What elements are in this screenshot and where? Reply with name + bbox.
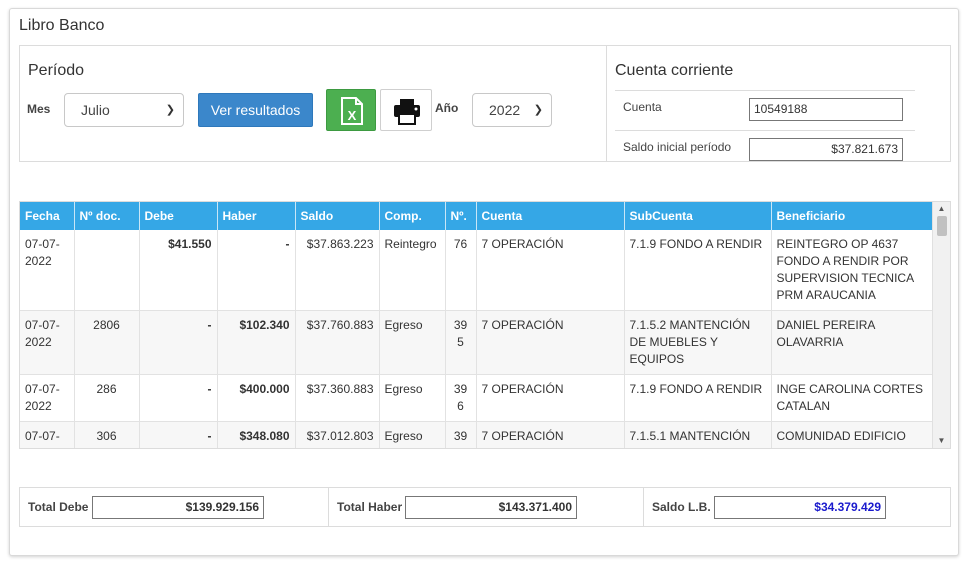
printer-icon — [394, 99, 420, 125]
column-header[interactable]: Nº doc. — [74, 202, 140, 230]
saldo-inicial-input[interactable]: $37.821.673 — [749, 138, 903, 161]
table-scrollbar[interactable]: ▲ ▼ — [932, 202, 950, 448]
cell-beneficiario: INGE CAROLINA CORTES CATALAN — [771, 374, 933, 422]
column-header[interactable]: Haber — [217, 202, 296, 230]
cell-fecha: 07-07-2022 — [20, 421, 75, 448]
total-haber-cell: Total Haber $143.371.400 — [329, 488, 644, 526]
cell-debe: $41.550 — [139, 230, 218, 311]
cell-debe: - — [139, 374, 218, 422]
cell-num: 76 — [445, 230, 477, 311]
libro-banco-panel: Libro Banco Período Mes Julio ❯ Ver resu… — [9, 8, 959, 556]
cell-saldo: $37.863.223 — [295, 230, 380, 311]
table-row[interactable]: 07-07-2022 2806 - $102.340 $37.760.883 E… — [20, 310, 933, 375]
column-header[interactable]: Saldo — [295, 202, 380, 230]
table-header-row: Fecha Nº doc. Debe Haber Saldo Comp. Nº.… — [20, 202, 933, 230]
table-row[interactable]: 07-07-2022 286 - $400.000 $37.360.883 Eg… — [20, 374, 933, 422]
cell-haber: - — [217, 230, 296, 311]
cell-saldo: $37.360.883 — [295, 374, 380, 422]
cell-doc — [74, 230, 140, 311]
totals-section: Total Debe $139.929.156 Total Haber $143… — [19, 487, 951, 527]
cell-haber: $400.000 — [217, 374, 296, 422]
cell-debe: - — [139, 421, 218, 448]
total-debe-cell: Total Debe $139.929.156 — [20, 488, 329, 526]
divider — [615, 130, 915, 131]
mes-label: Mes — [27, 102, 51, 116]
anio-select[interactable]: 2022 ❯ — [472, 93, 552, 127]
cell-debe: - — [139, 310, 218, 375]
saldo-lb-label: Saldo L.B. — [652, 500, 711, 514]
cuenta-input[interactable]: 10549188 — [749, 98, 903, 121]
total-haber-input[interactable]: $143.371.400 — [405, 496, 577, 519]
cell-cuenta: 7 OPERACIÓN — [476, 310, 625, 375]
cell-comp: Egreso — [379, 310, 446, 375]
scrollbar-thumb[interactable] — [937, 216, 947, 236]
cell-num: 396 — [445, 374, 477, 422]
saldo-lb-cell: Saldo L.B. $34.379.429 — [644, 488, 950, 526]
cell-saldo: $37.012.803 — [295, 421, 380, 448]
cell-num: 395 — [445, 310, 477, 375]
anio-select-value: 2022 — [489, 102, 521, 118]
periodo-section: Período Mes Julio ❯ Ver resultados X Año… — [20, 46, 607, 161]
cuenta-corriente-title: Cuenta corriente — [615, 62, 734, 79]
cell-subcuenta: 7.1.5.2 MANTENCIÓN DE MUEBLES Y EQUIPOS — [624, 310, 772, 375]
movimientos-table-container: Fecha Nº doc. Debe Haber Saldo Comp. Nº.… — [19, 201, 951, 449]
cell-beneficiario: COMUNIDAD EDIFICIO PORTEZUELO — [771, 421, 933, 448]
periodo-title: Período — [28, 62, 85, 79]
print-button[interactable] — [380, 89, 432, 131]
svg-text:X: X — [348, 108, 357, 123]
scroll-down-icon[interactable]: ▼ — [933, 434, 950, 448]
cell-doc: 2806 — [74, 310, 140, 375]
cell-cuenta: 7 OPERACIÓN — [476, 230, 625, 311]
cell-doc: 286 — [74, 374, 140, 422]
export-excel-button[interactable]: X — [326, 89, 376, 131]
column-header[interactable]: Beneficiario — [771, 202, 933, 230]
movimientos-table: Fecha Nº doc. Debe Haber Saldo Comp. Nº.… — [20, 202, 933, 448]
column-header[interactable]: Fecha — [20, 202, 75, 230]
panel-title: Libro Banco — [19, 17, 105, 34]
cuenta-corriente-section: Cuenta corriente Cuenta 10549188 Saldo i… — [607, 46, 950, 161]
column-header[interactable]: Nº. — [445, 202, 477, 230]
cell-subcuenta: 7.1.9 FONDO A RENDIR — [624, 230, 772, 311]
cell-doc: 306 — [74, 421, 140, 448]
cell-subcuenta: 7.1.9 FONDO A RENDIR — [624, 374, 772, 422]
cell-fecha: 07-07-2022 — [20, 310, 75, 375]
cell-saldo: $37.760.883 — [295, 310, 380, 375]
column-header[interactable]: SubCuenta — [624, 202, 772, 230]
saldo-inicial-label: Saldo inicial período — [623, 140, 732, 154]
cell-cuenta: 7 OPERACIÓN — [476, 374, 625, 422]
ver-resultados-button[interactable]: Ver resultados — [198, 93, 313, 127]
cell-cuenta: 7 OPERACIÓN — [476, 421, 625, 448]
cell-comp: Egreso — [379, 374, 446, 422]
filters-section: Período Mes Julio ❯ Ver resultados X Año… — [19, 45, 951, 162]
mes-select[interactable]: Julio ❯ — [64, 93, 184, 127]
table-row[interactable]: 07-07-2022 306 - $348.080 $37.012.803 Eg… — [20, 421, 933, 448]
cuenta-label: Cuenta — [623, 100, 662, 114]
anio-label: Año — [435, 101, 459, 115]
cell-subcuenta: 7.1.5.1 MANTENCIÓN DE INMUEBLES — [624, 421, 772, 448]
scroll-up-icon[interactable]: ▲ — [933, 202, 950, 216]
column-header[interactable]: Cuenta — [476, 202, 625, 230]
cell-comp: Reintegro — [379, 230, 446, 311]
cell-num: 397 — [445, 421, 477, 448]
table-row[interactable]: 07-07-2022 $41.550 - $37.863.223 Reinteg… — [20, 230, 933, 311]
total-debe-input[interactable]: $139.929.156 — [92, 496, 264, 519]
total-haber-label: Total Haber — [337, 500, 403, 514]
column-header[interactable]: Debe — [139, 202, 218, 230]
chevron-down-icon: ❯ — [533, 104, 543, 116]
column-header[interactable]: Comp. — [379, 202, 446, 230]
saldo-lb-input[interactable]: $34.379.429 — [714, 496, 886, 519]
cell-fecha: 07-07-2022 — [20, 230, 75, 311]
total-debe-label: Total Debe — [28, 500, 89, 514]
cell-beneficiario: DANIEL PEREIRA OLAVARRIA — [771, 310, 933, 375]
cell-beneficiario: REINTEGRO OP 4637 FONDO A RENDIR POR SUP… — [771, 230, 933, 311]
cell-fecha: 07-07-2022 — [20, 374, 75, 422]
chevron-down-icon: ❯ — [165, 104, 175, 116]
cell-haber: $348.080 — [217, 421, 296, 448]
cell-comp: Egreso — [379, 421, 446, 448]
mes-select-value: Julio — [81, 102, 110, 118]
cell-haber: $102.340 — [217, 310, 296, 375]
excel-file-icon: X — [341, 97, 363, 125]
divider — [615, 90, 915, 91]
